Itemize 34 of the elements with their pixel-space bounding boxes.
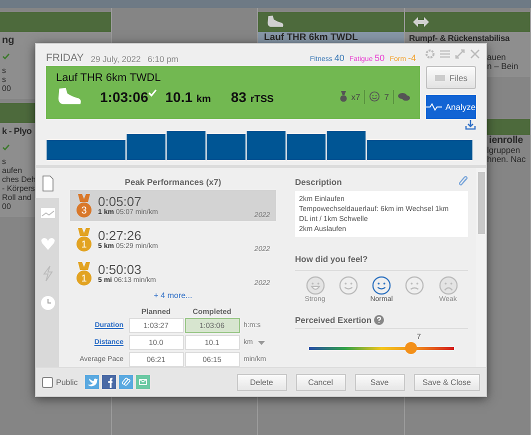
peak-count: x7 [351, 92, 360, 102]
workout-text: aufen [1, 166, 24, 175]
peak-time: 0:27:26 [98, 229, 142, 243]
tss-value: 83 rTSS [230, 88, 274, 105]
workout-time: 6:10 pm [148, 54, 178, 64]
distance-value: 10.1 km [165, 88, 211, 105]
workout-text: s [1, 75, 7, 84]
peak-time: 0:05:07 [98, 195, 142, 209]
section-title: How did you feel? [295, 254, 368, 264]
workout-text: s [1, 66, 7, 75]
workout-text: auen [486, 53, 507, 62]
workout-text: 00 [1, 202, 12, 211]
workout-text: lgruppen [486, 146, 522, 155]
workout-text: n – Bein [486, 62, 520, 71]
workout-date: 29 July, 2022 [90, 54, 141, 64]
public-label: Public [56, 378, 78, 386]
weekday: FRIDAY [46, 52, 84, 64]
workout-title: Lauf THR 6km TWDL [263, 32, 359, 43]
workout-title: Rumpf- & Rückenstabilisa [408, 32, 511, 43]
workout-title: ienrolle [488, 135, 524, 146]
peak-time: 0:50:03 [98, 263, 142, 277]
duration-value: 1:03:06 [100, 88, 148, 105]
workout-title: Lauf THR 6km TWDL [56, 72, 162, 84]
workout-text: Roll and [1, 193, 32, 202]
section-title: Peak Performances (x7) [124, 177, 222, 187]
workout-text: hnen. Nac [486, 155, 527, 164]
workout-text: s [1, 157, 7, 166]
workout-title: k - Plyo [1, 125, 33, 137]
workout-title: ng [1, 34, 16, 46]
feeling-value: 7 [384, 92, 389, 102]
section-title: Perceived Exertion [295, 315, 372, 325]
section-title: Description [295, 176, 342, 186]
workout-text: - Körpers [1, 184, 36, 193]
workout-text: 00 [1, 84, 12, 93]
